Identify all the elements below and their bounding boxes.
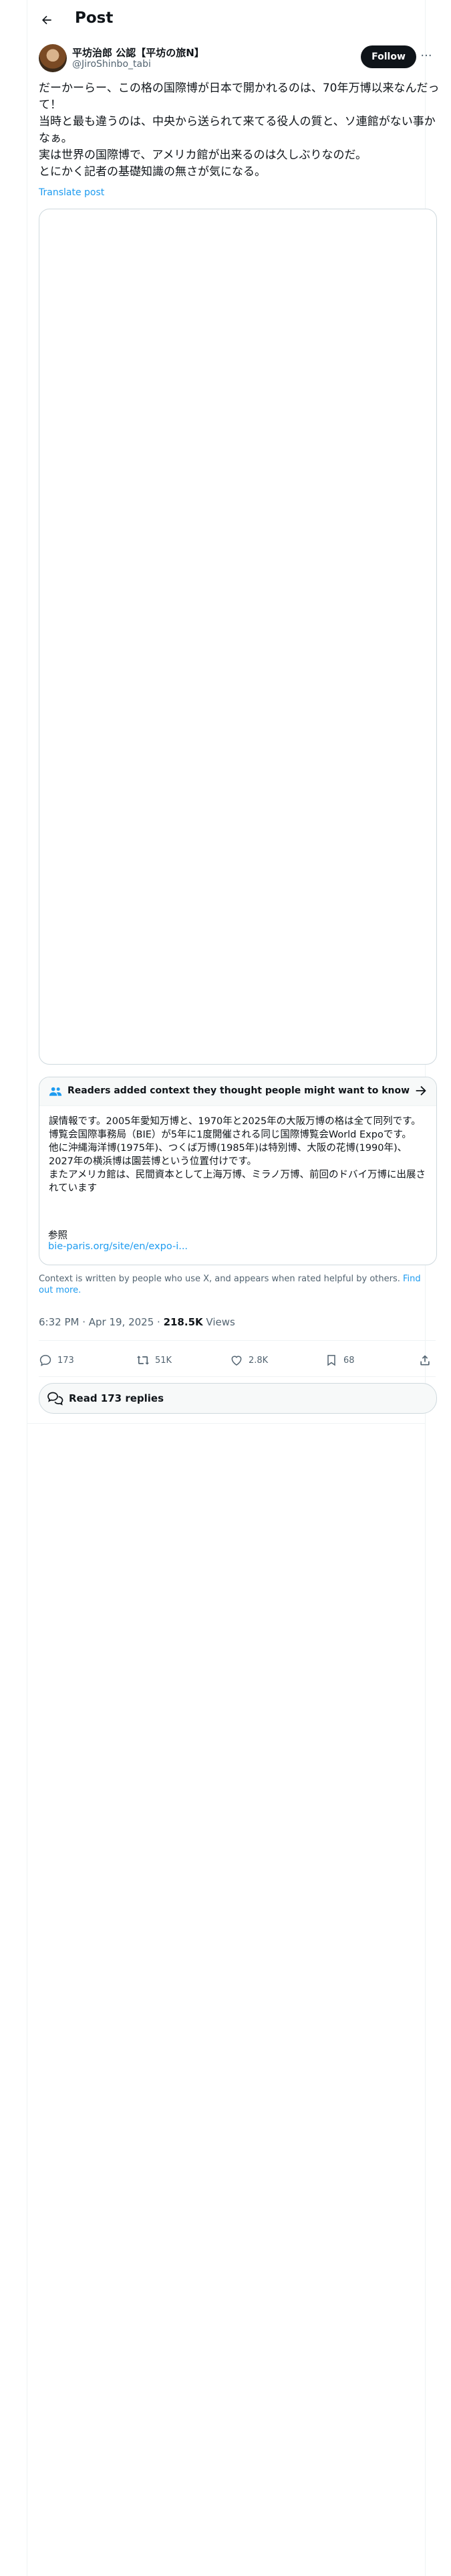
- arrow-left-icon: [42, 15, 51, 25]
- ellipsis-icon: ···: [420, 49, 432, 63]
- author-handle[interactable]: @JiroShinbo_tabi: [72, 59, 151, 70]
- read-replies-button[interactable]: Read 173 replies: [39, 1383, 437, 1414]
- back-button[interactable]: [37, 11, 56, 29]
- like-count: 2.8K: [249, 1355, 269, 1366]
- post-media[interactable]: [39, 209, 437, 1065]
- reply-icon: [39, 1355, 51, 1366]
- reply-count: 173: [57, 1355, 74, 1366]
- share-icon: [420, 1355, 430, 1366]
- more-button[interactable]: ···: [418, 49, 434, 63]
- arrow-right-icon[interactable]: [414, 1083, 428, 1098]
- post-timestamp[interactable]: 6:32 PM · Apr 19, 2025 ·: [39, 1316, 164, 1328]
- follow-button[interactable]: Follow: [361, 45, 416, 68]
- page-header: Post: [0, 0, 451, 40]
- community-note-title: Readers added context they thought peopl…: [67, 1085, 410, 1096]
- community-note-body: 誤情報です。2005年愛知万博と、1970年と2025年の大阪万博の格は全て同列…: [49, 1116, 426, 1194]
- post-text: だーかーらー、この格の国際博が日本で開かれるのは、70年万博以来なんだって！ 当…: [39, 82, 440, 179]
- avatar[interactable]: [39, 44, 67, 72]
- post-meta: 6:32 PM · Apr 19, 2025 · 218.5K Views: [39, 1316, 235, 1328]
- share-button[interactable]: [418, 1352, 437, 1368]
- heart-icon: [231, 1356, 242, 1366]
- bookmark-button[interactable]: 68: [325, 1352, 355, 1368]
- divider: [27, 1423, 425, 1424]
- bookmark-count: 68: [343, 1355, 355, 1366]
- repost-icon: [136, 1356, 150, 1365]
- reply-button[interactable]: 173: [39, 1352, 74, 1368]
- repost-button[interactable]: 51K: [136, 1352, 172, 1368]
- repost-count: 51K: [155, 1355, 172, 1366]
- read-replies-label: Read 173 replies: [69, 1392, 164, 1404]
- translate-post-link[interactable]: Translate post: [39, 187, 104, 198]
- views-label: Views: [202, 1316, 235, 1328]
- page-title: Post: [75, 9, 114, 27]
- community-note-disclaimer: Context is written by people who use X, …: [39, 1273, 436, 1296]
- community-note-header[interactable]: Readers added context they thought peopl…: [39, 1077, 436, 1106]
- divider: [39, 1340, 436, 1341]
- bookmark-icon: [327, 1355, 335, 1366]
- community-note-ref-link[interactable]: bie-paris.org/site/en/expo-i...: [48, 1241, 188, 1252]
- disclaimer-text: Context is written by people who use X, …: [39, 1274, 400, 1284]
- community-note: Readers added context they thought peopl…: [39, 1077, 437, 1265]
- author-name[interactable]: 平坊治郎 公認【平坊の旅N】: [72, 45, 204, 60]
- people-icon: [49, 1087, 62, 1096]
- community-note-ref-label: 参照: [48, 1230, 67, 1241]
- like-button[interactable]: 2.8K: [230, 1352, 268, 1368]
- chat-bubbles-icon: [47, 1392, 63, 1406]
- divider: [39, 1376, 436, 1377]
- views-count: 218.5K: [163, 1316, 203, 1328]
